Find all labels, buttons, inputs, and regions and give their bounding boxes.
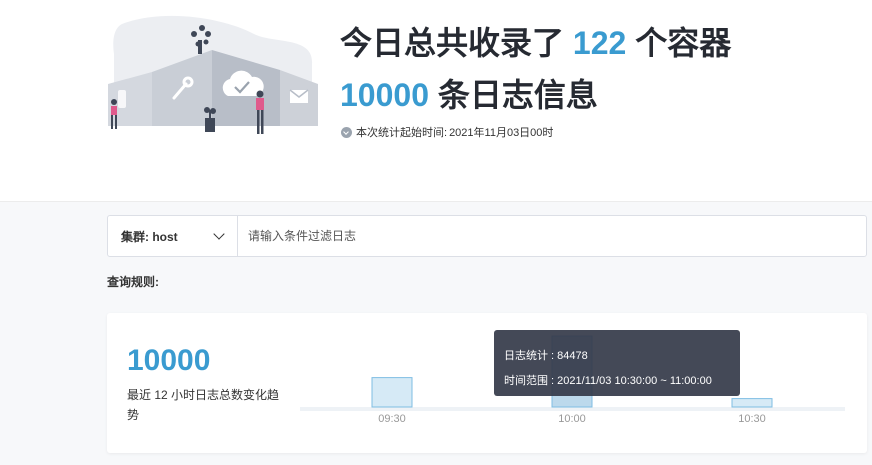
since-label: 本次统计起始时间: <box>356 127 448 139</box>
cluster-select[interactable]: 集群: host <box>108 216 238 256</box>
log-count-headline: 10000 条日志信息 <box>340 76 598 114</box>
headline-suffix: 个容器 <box>635 25 732 61</box>
log-filter-bar: 集群: host <box>107 215 867 257</box>
tooltip-log-count: 日志统计 : 84478 <box>504 350 588 362</box>
chart-tooltip: 日志统计 : 84478 时间范围 : 2021/11/03 10:30:00 … <box>494 330 740 396</box>
trend-description: 最近 12 小时日志总数变化趋势 <box>127 388 280 422</box>
x-tick-label: 10:30 <box>738 413 766 425</box>
chevron-down-icon <box>213 228 225 240</box>
clock-icon <box>341 126 352 138</box>
summary-hero: 今日总共收录了 122 个容器 10000 条日志信息 本次统计起始时间: 20… <box>0 0 872 202</box>
chart-bar-10:30[interactable] <box>731 398 773 408</box>
container-count: 122 <box>572 25 627 61</box>
x-tick-label: 10:00 <box>558 413 586 425</box>
x-tick-label: 09:30 <box>378 413 406 425</box>
log-count: 10000 <box>340 77 429 113</box>
log-count-suffix: 条日志信息 <box>437 77 598 113</box>
tooltip-time-range: 时间范围 : 2021/11/03 10:30:00 ~ 11:00:00 <box>504 375 712 387</box>
mail-icon <box>289 89 309 103</box>
log-trend-card: 10000 最近 12 小时日志总数变化趋势 09:30 10:00 10:30 日… <box>107 313 867 453</box>
query-rules-label: 查询规则: <box>107 275 159 289</box>
container-count-headline: 今日总共收录了 122 个容器 <box>340 24 731 62</box>
chart-bar-09:30[interactable] <box>371 377 413 408</box>
data-center-illustration <box>108 15 318 134</box>
stats-start-time: 本次统计起始时间: 2021年11月03日00时 <box>341 124 553 140</box>
trend-total-count: 10000 <box>127 344 211 377</box>
plant-icon <box>204 107 216 132</box>
since-value: 2021年11月03日00时 <box>449 127 554 139</box>
chart-baseline <box>300 407 845 411</box>
filter-input[interactable] <box>238 216 866 256</box>
cluster-select-label: 集群: host <box>121 229 178 244</box>
headline-prefix: 今日总共收录了 <box>340 25 565 61</box>
